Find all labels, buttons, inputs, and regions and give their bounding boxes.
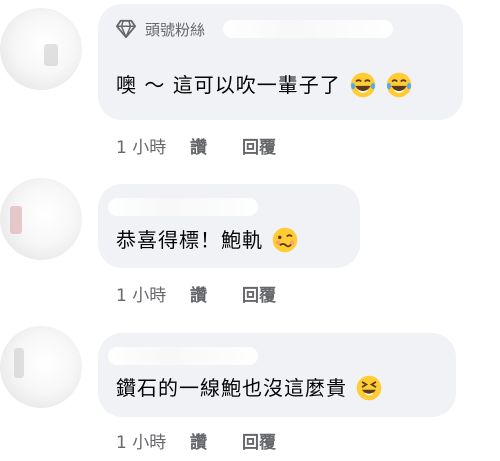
author-name[interactable] bbox=[108, 198, 258, 216]
comment-actions: 1 小時 讚 回覆 bbox=[116, 133, 276, 158]
comment-body: 鑽石的一線鮑也沒這麼貴 bbox=[116, 376, 347, 400]
comment-text: 噢 ～ 這可以吹一輩子了 bbox=[116, 70, 413, 100]
badge-label: 頭號粉絲 bbox=[145, 20, 206, 39]
top-fan-badge[interactable]: 頭號粉絲 bbox=[115, 18, 205, 40]
avatar[interactable] bbox=[0, 8, 82, 90]
like-button[interactable]: 讚 bbox=[190, 281, 242, 306]
like-button[interactable]: 讚 bbox=[190, 133, 242, 158]
timestamp[interactable]: 1 小時 bbox=[116, 133, 190, 158]
diamond-icon bbox=[116, 19, 136, 39]
tears-of-joy-emoji-icon bbox=[350, 72, 375, 98]
reply-button[interactable]: 回覆 bbox=[242, 133, 276, 158]
comment-text: 鑽石的一線鮑也沒這麼貴 bbox=[116, 373, 383, 403]
comment-bubble: 鑽石的一線鮑也沒這麼貴 bbox=[98, 333, 456, 417]
reply-button[interactable]: 回覆 bbox=[242, 281, 276, 306]
like-button[interactable]: 讚 bbox=[190, 428, 242, 453]
timestamp[interactable]: 1 小時 bbox=[116, 428, 190, 453]
comment-actions: 1 小時 讚 回覆 bbox=[116, 428, 276, 453]
avatar[interactable] bbox=[0, 178, 82, 260]
author-name[interactable] bbox=[108, 347, 258, 365]
tears-of-joy-emoji-icon bbox=[386, 72, 411, 98]
woozy-face-emoji-icon bbox=[272, 227, 298, 253]
avatar-image bbox=[44, 44, 58, 66]
author-name[interactable] bbox=[223, 20, 393, 38]
comment-bubble: 恭喜得標！鮑軌 bbox=[98, 184, 360, 268]
laughing-squinting-emoji-icon bbox=[356, 375, 382, 401]
comment-text: 恭喜得標！鮑軌 bbox=[116, 225, 299, 255]
comment-bubble: 頭號粉絲 噢 ～ 這可以吹一輩子了 bbox=[98, 4, 463, 120]
timestamp[interactable]: 1 小時 bbox=[116, 281, 190, 306]
comment-body: 噢 ～ 這可以吹一輩子了 bbox=[116, 73, 341, 97]
avatar[interactable] bbox=[0, 326, 82, 408]
comment-actions: 1 小時 讚 回覆 bbox=[116, 281, 276, 306]
avatar-image bbox=[14, 348, 24, 378]
comment-body: 恭喜得標！鮑軌 bbox=[116, 228, 263, 252]
reply-button[interactable]: 回覆 bbox=[242, 428, 276, 453]
avatar-image bbox=[10, 206, 22, 234]
